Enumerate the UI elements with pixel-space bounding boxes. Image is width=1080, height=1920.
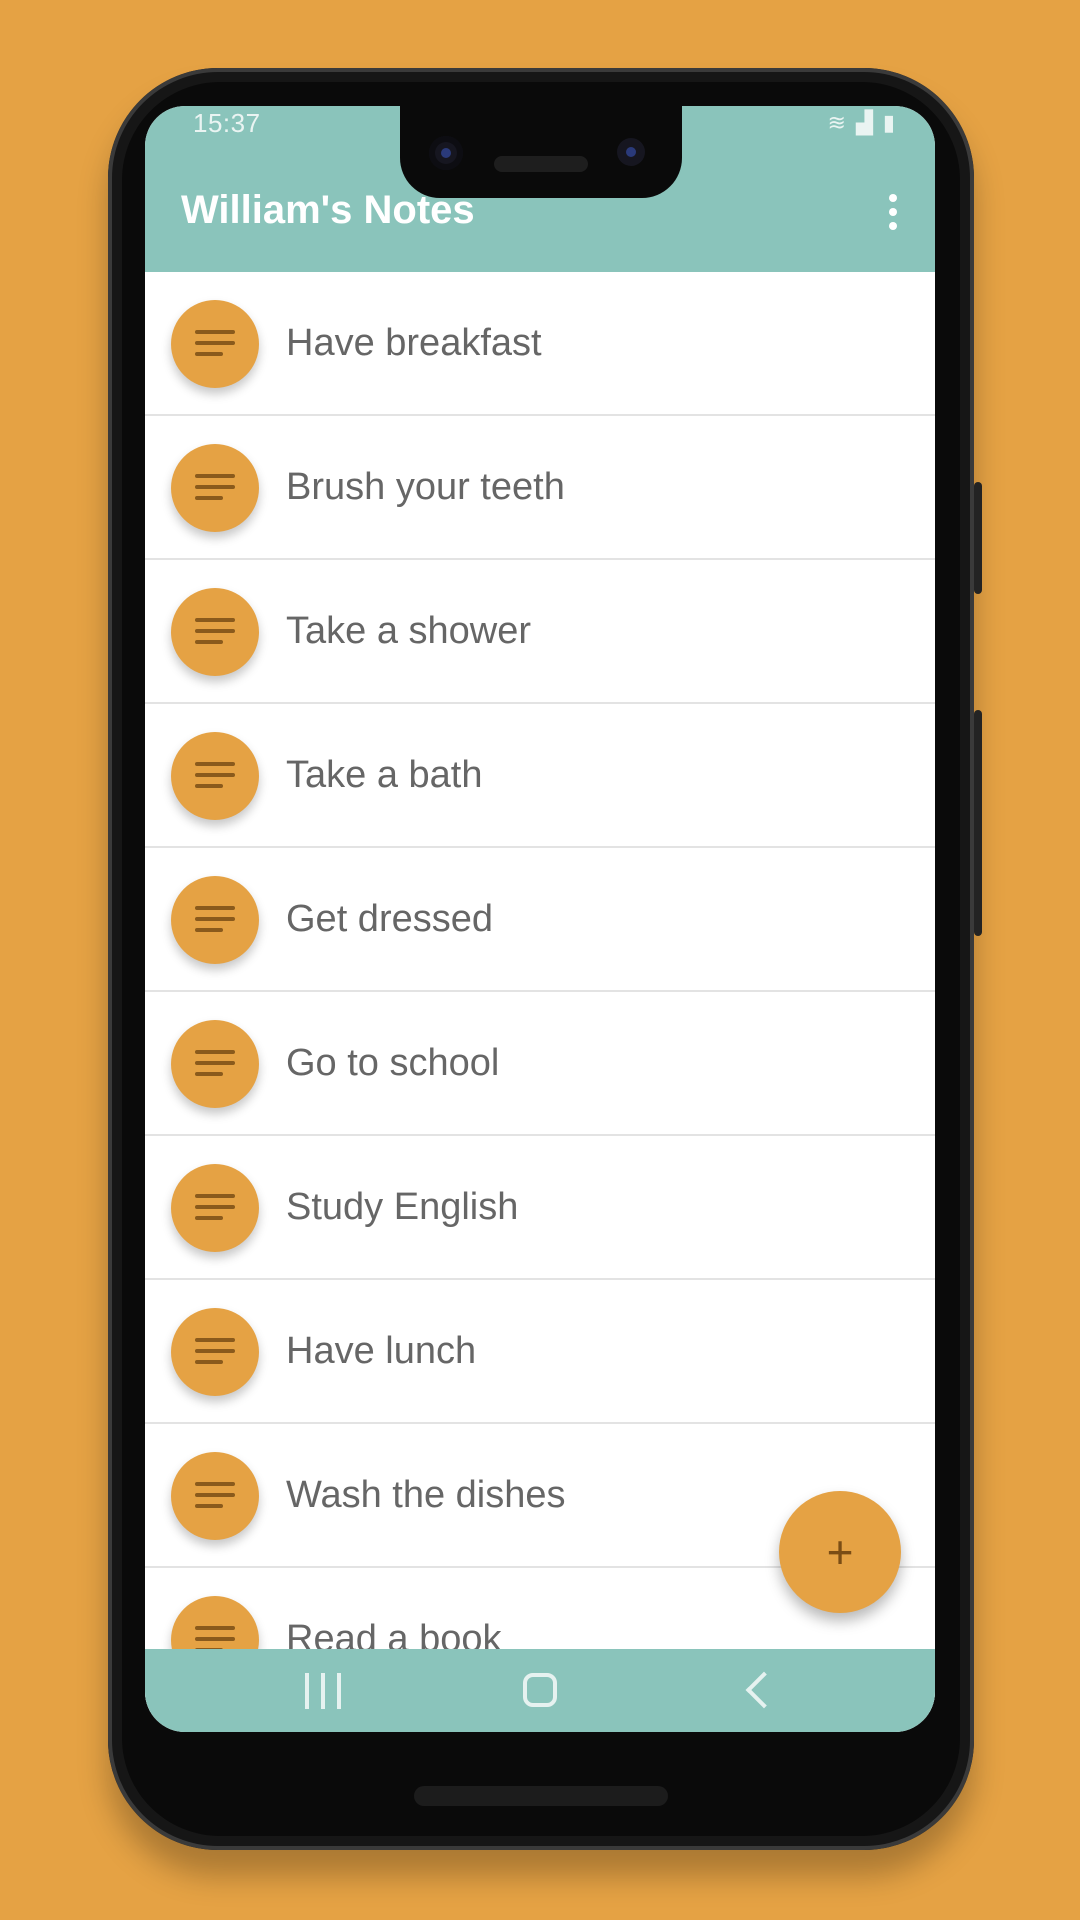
note-label: Study English (286, 1186, 519, 1228)
note-row[interactable]: Go to school (145, 992, 935, 1136)
system-nav-bar (145, 1649, 935, 1732)
notes-icon (171, 1164, 259, 1252)
add-icon: + (826, 1526, 854, 1578)
volume-button (974, 710, 982, 936)
notes-icon (171, 1452, 259, 1540)
app-screen: 15:37 ≋ ▟ ▮ William's Notes Have breakfa… (145, 106, 935, 1732)
note-row[interactable]: Take a shower (145, 560, 935, 704)
note-row[interactable]: Get dressed (145, 848, 935, 992)
status-time: 15:37 (193, 108, 261, 138)
front-camera-icon (617, 138, 645, 166)
more-vert-icon[interactable] (875, 190, 911, 234)
notes-icon (171, 1308, 259, 1396)
battery-icon: ▮ (882, 110, 895, 135)
note-row[interactable]: Have lunch (145, 1280, 935, 1424)
note-row[interactable]: Study English (145, 1136, 935, 1280)
note-label: Wash the dishes (286, 1474, 566, 1516)
note-label: Brush your teeth (286, 466, 565, 508)
note-label: Take a shower (286, 610, 532, 652)
earpiece-speaker (494, 156, 588, 172)
note-row[interactable]: Have breakfast (145, 272, 935, 416)
note-label: Go to school (286, 1042, 500, 1084)
notes-icon (171, 300, 259, 388)
recents-icon[interactable] (305, 1673, 341, 1709)
note-label: Get dressed (286, 898, 493, 940)
signal-icon: ▟ (855, 110, 873, 135)
front-camera-icon (429, 136, 463, 170)
add-note-button[interactable]: + (779, 1491, 901, 1613)
notes-icon (171, 876, 259, 964)
note-row[interactable]: Brush your teeth (145, 416, 935, 560)
note-row[interactable]: Take a bath (145, 704, 935, 848)
status-icons: ≋ ▟ ▮ (828, 110, 895, 136)
notes-icon (171, 732, 259, 820)
home-icon[interactable] (523, 1673, 557, 1707)
notes-icon (171, 588, 259, 676)
notes-icon (171, 1020, 259, 1108)
phone-chin-bar (414, 1786, 668, 1806)
power-button (974, 482, 982, 594)
back-icon[interactable] (745, 1671, 783, 1709)
note-label: Take a bath (286, 754, 483, 796)
wifi-icon: ≋ (827, 110, 846, 135)
notes-icon (171, 444, 259, 532)
note-label: Have lunch (286, 1330, 477, 1372)
note-label: Have breakfast (286, 322, 542, 364)
